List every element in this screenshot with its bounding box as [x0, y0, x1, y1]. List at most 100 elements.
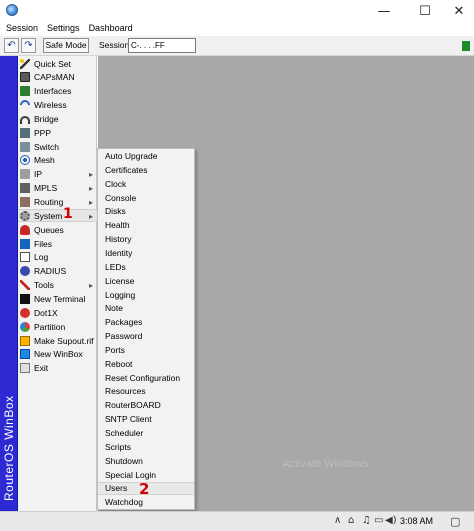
sidebar-item-make-supout-rif[interactable]: Make Supout.rif [18, 334, 97, 347]
submenu-item-health[interactable]: Health [98, 219, 194, 232]
mpls-icon [20, 183, 30, 194]
sidebar-item-ip[interactable]: IP ▸ [18, 168, 97, 181]
notification-icon[interactable]: ▢ [450, 515, 460, 528]
sidebar-item-new-winbox[interactable]: New WinBox [18, 348, 97, 361]
menu-dashboard[interactable]: Dashboard [89, 22, 133, 36]
winbox-app-icon [6, 4, 18, 16]
sidebar-item-routing[interactable]: Routing ▸ [18, 196, 97, 209]
new-winbox-icon [20, 349, 30, 360]
chevron-right-icon: ▸ [88, 280, 93, 290]
sidebar-item-label: MPLS [34, 183, 58, 194]
submenu-item-history[interactable]: History [98, 233, 194, 246]
sidebar-item-label: Switch [34, 141, 60, 152]
terminal-icon [20, 293, 30, 304]
sidebar-item-wireless[interactable]: Wireless [17, 97, 97, 113]
chevron-right-icon: ▸ [88, 183, 93, 193]
submenu-item-reset-configuration[interactable]: Reset Configuration [98, 372, 194, 385]
sidebar-item-label: CAPsMAN [34, 72, 75, 83]
sidebar-item-files[interactable]: Files [18, 237, 97, 250]
sidebar-item-label: Tools [34, 280, 54, 291]
radius-icon [20, 266, 30, 277]
submenu-item-disks[interactable]: Disks [98, 205, 194, 218]
sidebar-item-label: IP [34, 169, 43, 180]
taskbar-clock[interactable]: 3:08 AM [400, 516, 433, 526]
sidebar-item-partition[interactable]: Partition [18, 320, 97, 333]
submenu-item-certificates[interactable]: Certificates [98, 164, 194, 177]
wireless-icon [17, 97, 33, 113]
submenu-item-resources[interactable]: Resources [98, 385, 194, 398]
submenu-item-auto-upgrade[interactable]: Auto Upgrade [98, 150, 194, 163]
submenu-item-reboot[interactable]: Reboot [98, 358, 194, 371]
tools-icon [20, 280, 30, 291]
log-icon [20, 252, 30, 263]
sidebar-item-log[interactable]: Log [18, 251, 97, 264]
submenu-item-watchdog[interactable]: Watchdog [98, 496, 194, 509]
annotation-marker-1: 1 [63, 206, 73, 222]
bridge-icon [20, 115, 30, 124]
tray-chevron-icon[interactable]: ∧ [334, 515, 341, 526]
chevron-right-icon: ▸ [88, 197, 93, 207]
sidebar-item-label: RADIUS [34, 266, 67, 277]
menu-session[interactable]: Session [6, 22, 38, 36]
submenu-item-identity[interactable]: Identity [98, 247, 194, 260]
submenu-item-packages[interactable]: Packages [98, 316, 194, 329]
side-menu: Quick Set CAPsMAN Interfaces Wireless Bridge… [17, 56, 97, 511]
taskbar: ∧ ⌂ ♫ ▭ ◀) 3:08 AM ▢ [0, 511, 474, 531]
submenu-item-clock[interactable]: Clock [98, 178, 194, 191]
submenu-item-license[interactable]: License [98, 275, 194, 288]
submenu-item-password[interactable]: Password [98, 330, 194, 343]
sidebar-item-exit[interactable]: Exit [18, 362, 97, 375]
submenu-item-console[interactable]: Console [98, 192, 194, 205]
dot1x-icon [20, 307, 30, 318]
submenu-item-scheduler[interactable]: Scheduler [98, 427, 194, 440]
tray-battery-icon[interactable]: ▭ [374, 515, 383, 526]
undo-button[interactable]: ↶ [4, 38, 19, 53]
submenu-item-logging[interactable]: Logging [98, 289, 194, 302]
sidebar-item-bridge[interactable]: Bridge [18, 112, 97, 125]
sidebar-item-queues[interactable]: Queues [18, 223, 97, 236]
title-bar: — ☐ ✕ [0, 0, 474, 22]
submenu-item-shutdown[interactable]: Shutdown [98, 455, 194, 468]
sidebar-item-system[interactable]: System ▸ [18, 209, 97, 223]
activation-watermark: Activate Windows [282, 458, 369, 470]
tray-network-icon[interactable]: ⌂ [348, 515, 354, 526]
sidebar-item-mpls[interactable]: MPLS ▸ [18, 182, 97, 195]
sidebar-item-tools[interactable]: Tools ▸ [18, 279, 97, 292]
sidebar-item-switch[interactable]: Switch [18, 140, 97, 153]
minimize-button[interactable]: — [365, 0, 403, 22]
sidebar-item-capsman[interactable]: CAPsMAN [18, 71, 97, 84]
submenu-item-routerboard[interactable]: RouterBOARD [98, 399, 194, 412]
close-button[interactable]: ✕ [440, 0, 474, 22]
files-icon [20, 238, 30, 249]
redo-button[interactable]: ↷ [21, 38, 36, 53]
sidebar-item-mesh[interactable]: Mesh [18, 154, 97, 167]
sidebar-item-quick-set[interactable]: Quick Set [18, 57, 97, 70]
sidebar-item-new-terminal[interactable]: New Terminal [18, 292, 97, 305]
menu-settings[interactable]: Settings [47, 22, 80, 36]
routing-icon [20, 197, 30, 207]
tray-volume-icon[interactable]: ◀) [385, 515, 397, 526]
safe-mode-button[interactable]: Safe Mode [43, 38, 89, 53]
mesh-icon [20, 155, 30, 166]
submenu-item-note[interactable]: Note [98, 302, 194, 315]
system-submenu: Auto Upgrade Certificates Clock Console Disk… [97, 148, 195, 510]
toolbar: ↶ ↷ Safe Mode Session: C-. . . .FF [0, 36, 474, 56]
supout-icon [20, 335, 30, 346]
submenu-item-scripts[interactable]: Scripts [98, 441, 194, 454]
sidebar-item-ppp[interactable]: PPP [18, 126, 97, 139]
session-label: Session: [99, 40, 132, 50]
submenu-item-sntp-client[interactable]: SNTP Client [98, 413, 194, 426]
sidebar-item-label: Exit [34, 363, 49, 374]
partition-icon [20, 321, 30, 332]
session-field[interactable]: C-. . . .FF [128, 38, 196, 53]
sidebar-item-interfaces[interactable]: Interfaces [18, 85, 97, 98]
submenu-item-ports[interactable]: Ports [98, 344, 194, 357]
sidebar-item-dot1x[interactable]: Dot1X [18, 306, 97, 319]
ip-icon [20, 169, 30, 180]
wand-icon [20, 58, 30, 69]
submenu-item-leds[interactable]: LEDs [98, 261, 194, 274]
menu-bar: Session Settings Dashboard [0, 22, 474, 36]
tray-media-icon[interactable]: ♫ [362, 515, 371, 526]
maximize-button[interactable]: ☐ [406, 0, 444, 22]
sidebar-item-radius[interactable]: RADIUS [18, 265, 97, 278]
